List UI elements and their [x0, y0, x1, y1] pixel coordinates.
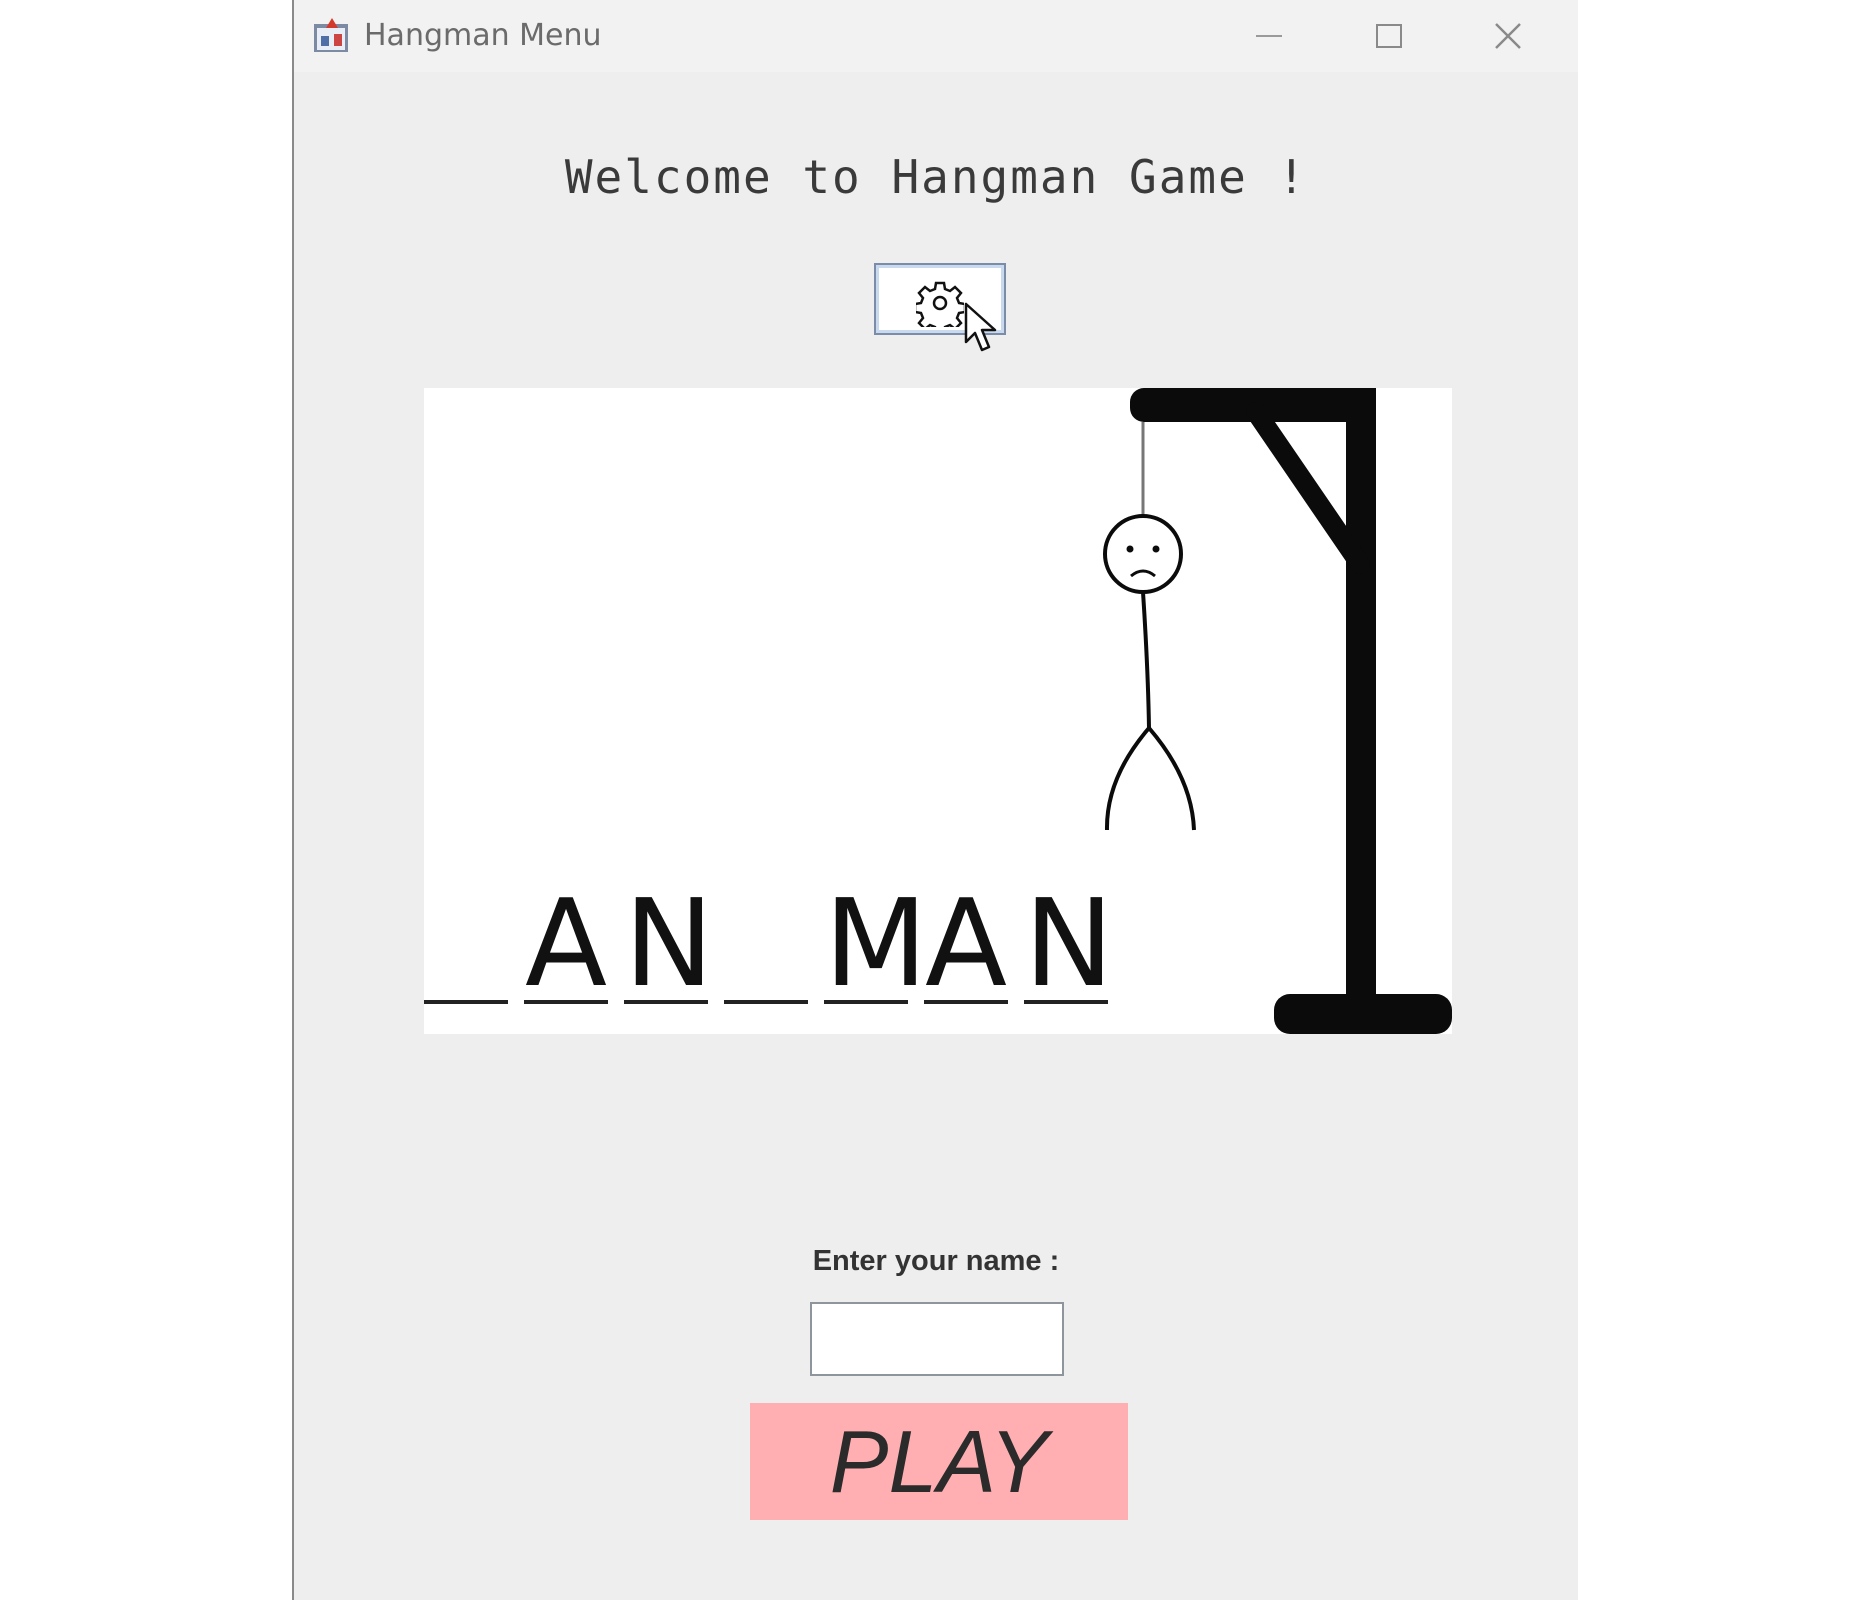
hangman-menu-window: Hangman Menu Welcome to Hangman Game ! A… — [292, 0, 1578, 1600]
letter-slot: N — [1024, 875, 1114, 1014]
letter-slot — [424, 880, 508, 1010]
hangman-illustration: A N M A N — [424, 388, 1452, 1034]
letter-slot: N — [624, 875, 714, 1014]
close-icon[interactable] — [1454, 8, 1564, 64]
letter-slot — [724, 880, 808, 1010]
letter-slot: A — [924, 875, 1008, 1014]
name-input[interactable] — [810, 1302, 1064, 1376]
window-title: Hangman Menu — [364, 18, 602, 53]
welcome-heading: Welcome to Hangman Game ! — [564, 150, 1308, 204]
title-bar[interactable]: Hangman Menu — [294, 0, 1578, 72]
minimize-icon[interactable] — [1214, 8, 1324, 64]
gear-icon — [913, 279, 967, 335]
letter-slot: M — [824, 875, 928, 1014]
mouse-cursor-icon — [964, 302, 1004, 358]
maximize-icon[interactable] — [1334, 8, 1444, 64]
letter-slot: A — [524, 875, 608, 1014]
play-button[interactable]: PLAY — [750, 1403, 1128, 1520]
word-display: A N M A N — [424, 875, 1114, 1014]
name-label: Enter your name : — [812, 1245, 1060, 1277]
app-icon — [312, 16, 352, 54]
